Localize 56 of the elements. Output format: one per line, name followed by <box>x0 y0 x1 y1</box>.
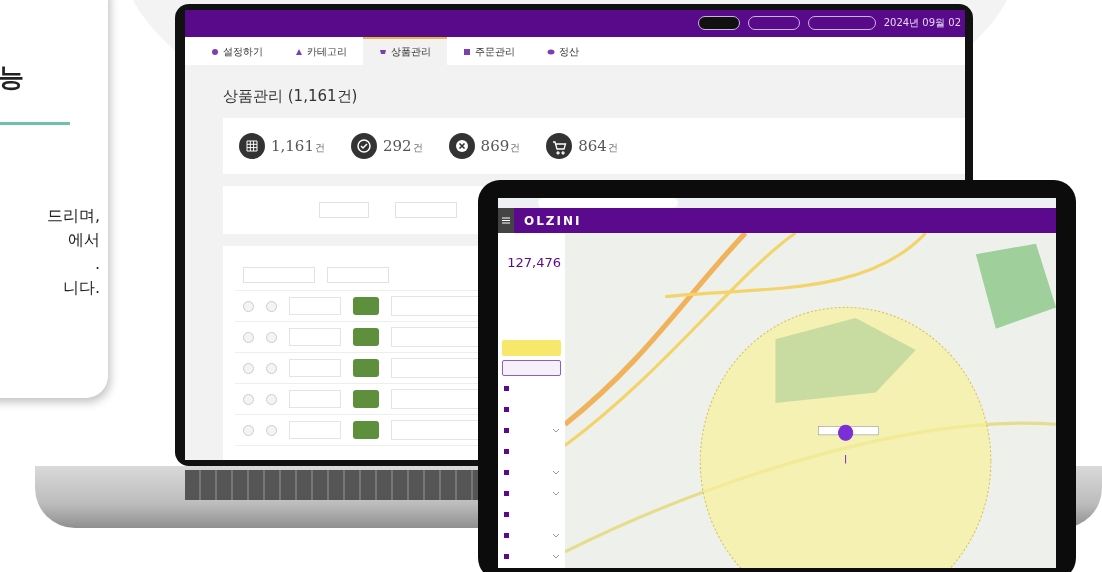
row-checkbox[interactable] <box>243 331 254 343</box>
code-field <box>289 359 341 377</box>
stat-value: 864 건 <box>578 137 618 155</box>
row-checkbox[interactable] <box>266 300 277 312</box>
card-text: . <box>94 253 100 275</box>
row-checkbox[interactable] <box>266 362 277 374</box>
url-field[interactable] <box>538 198 678 208</box>
grid-icon <box>239 133 265 159</box>
logo: OLZINI <box>524 213 582 228</box>
card-text: 드리며, <box>46 205 100 227</box>
tab-icon <box>379 47 387 56</box>
tab-icon <box>463 47 471 56</box>
chevron-icon <box>553 554 559 559</box>
photo-placeholder <box>353 297 379 315</box>
page-title: 상품관리 (1,161건) <box>223 87 359 106</box>
code-field <box>289 328 341 346</box>
chevron-icon <box>553 428 559 433</box>
stat-value: 1,161 건 <box>271 137 325 155</box>
card-heading: 능 <box>0 62 24 92</box>
category-select[interactable] <box>327 267 389 283</box>
row-checkbox[interactable] <box>266 393 277 405</box>
row-checkbox[interactable] <box>243 362 254 374</box>
nav-tab[interactable]: 상품관리 <box>363 36 447 65</box>
category-select[interactable] <box>243 267 315 283</box>
stat-value: 292 건 <box>382 137 423 155</box>
filter-select[interactable] <box>395 202 457 218</box>
chevron-icon <box>553 491 559 496</box>
chevron-icon <box>553 470 559 475</box>
photo-placeholder <box>353 359 379 377</box>
menu-icon[interactable] <box>498 208 514 233</box>
amount-value: 127,476 <box>507 255 561 270</box>
photo-placeholder <box>353 328 379 346</box>
code-field <box>289 421 341 439</box>
filter-select[interactable] <box>319 202 369 218</box>
row-checkbox[interactable] <box>243 300 254 312</box>
outline-button[interactable] <box>502 360 561 376</box>
tab-icon <box>295 47 303 56</box>
header-date: 2024년 09월 02 <box>883 16 961 31</box>
row-checkbox[interactable] <box>243 424 254 436</box>
cross-icon <box>448 133 475 159</box>
tab-icon <box>547 47 555 56</box>
photo-placeholder <box>353 390 379 408</box>
tab-icon <box>211 47 219 56</box>
cart-icon <box>546 133 573 159</box>
row-checkbox[interactable] <box>266 331 277 343</box>
code-field <box>289 297 341 315</box>
chevron-icon <box>553 533 559 538</box>
code-field <box>289 390 341 408</box>
photo-placeholder <box>353 421 379 439</box>
row-checkbox[interactable] <box>266 424 277 436</box>
card-text: 니다. <box>62 277 100 299</box>
header-button[interactable] <box>697 16 740 31</box>
card-text: 에서 <box>68 229 100 251</box>
stat-value: 869건 <box>480 137 521 155</box>
check-icon <box>350 133 377 159</box>
row-checkbox[interactable] <box>243 393 254 405</box>
